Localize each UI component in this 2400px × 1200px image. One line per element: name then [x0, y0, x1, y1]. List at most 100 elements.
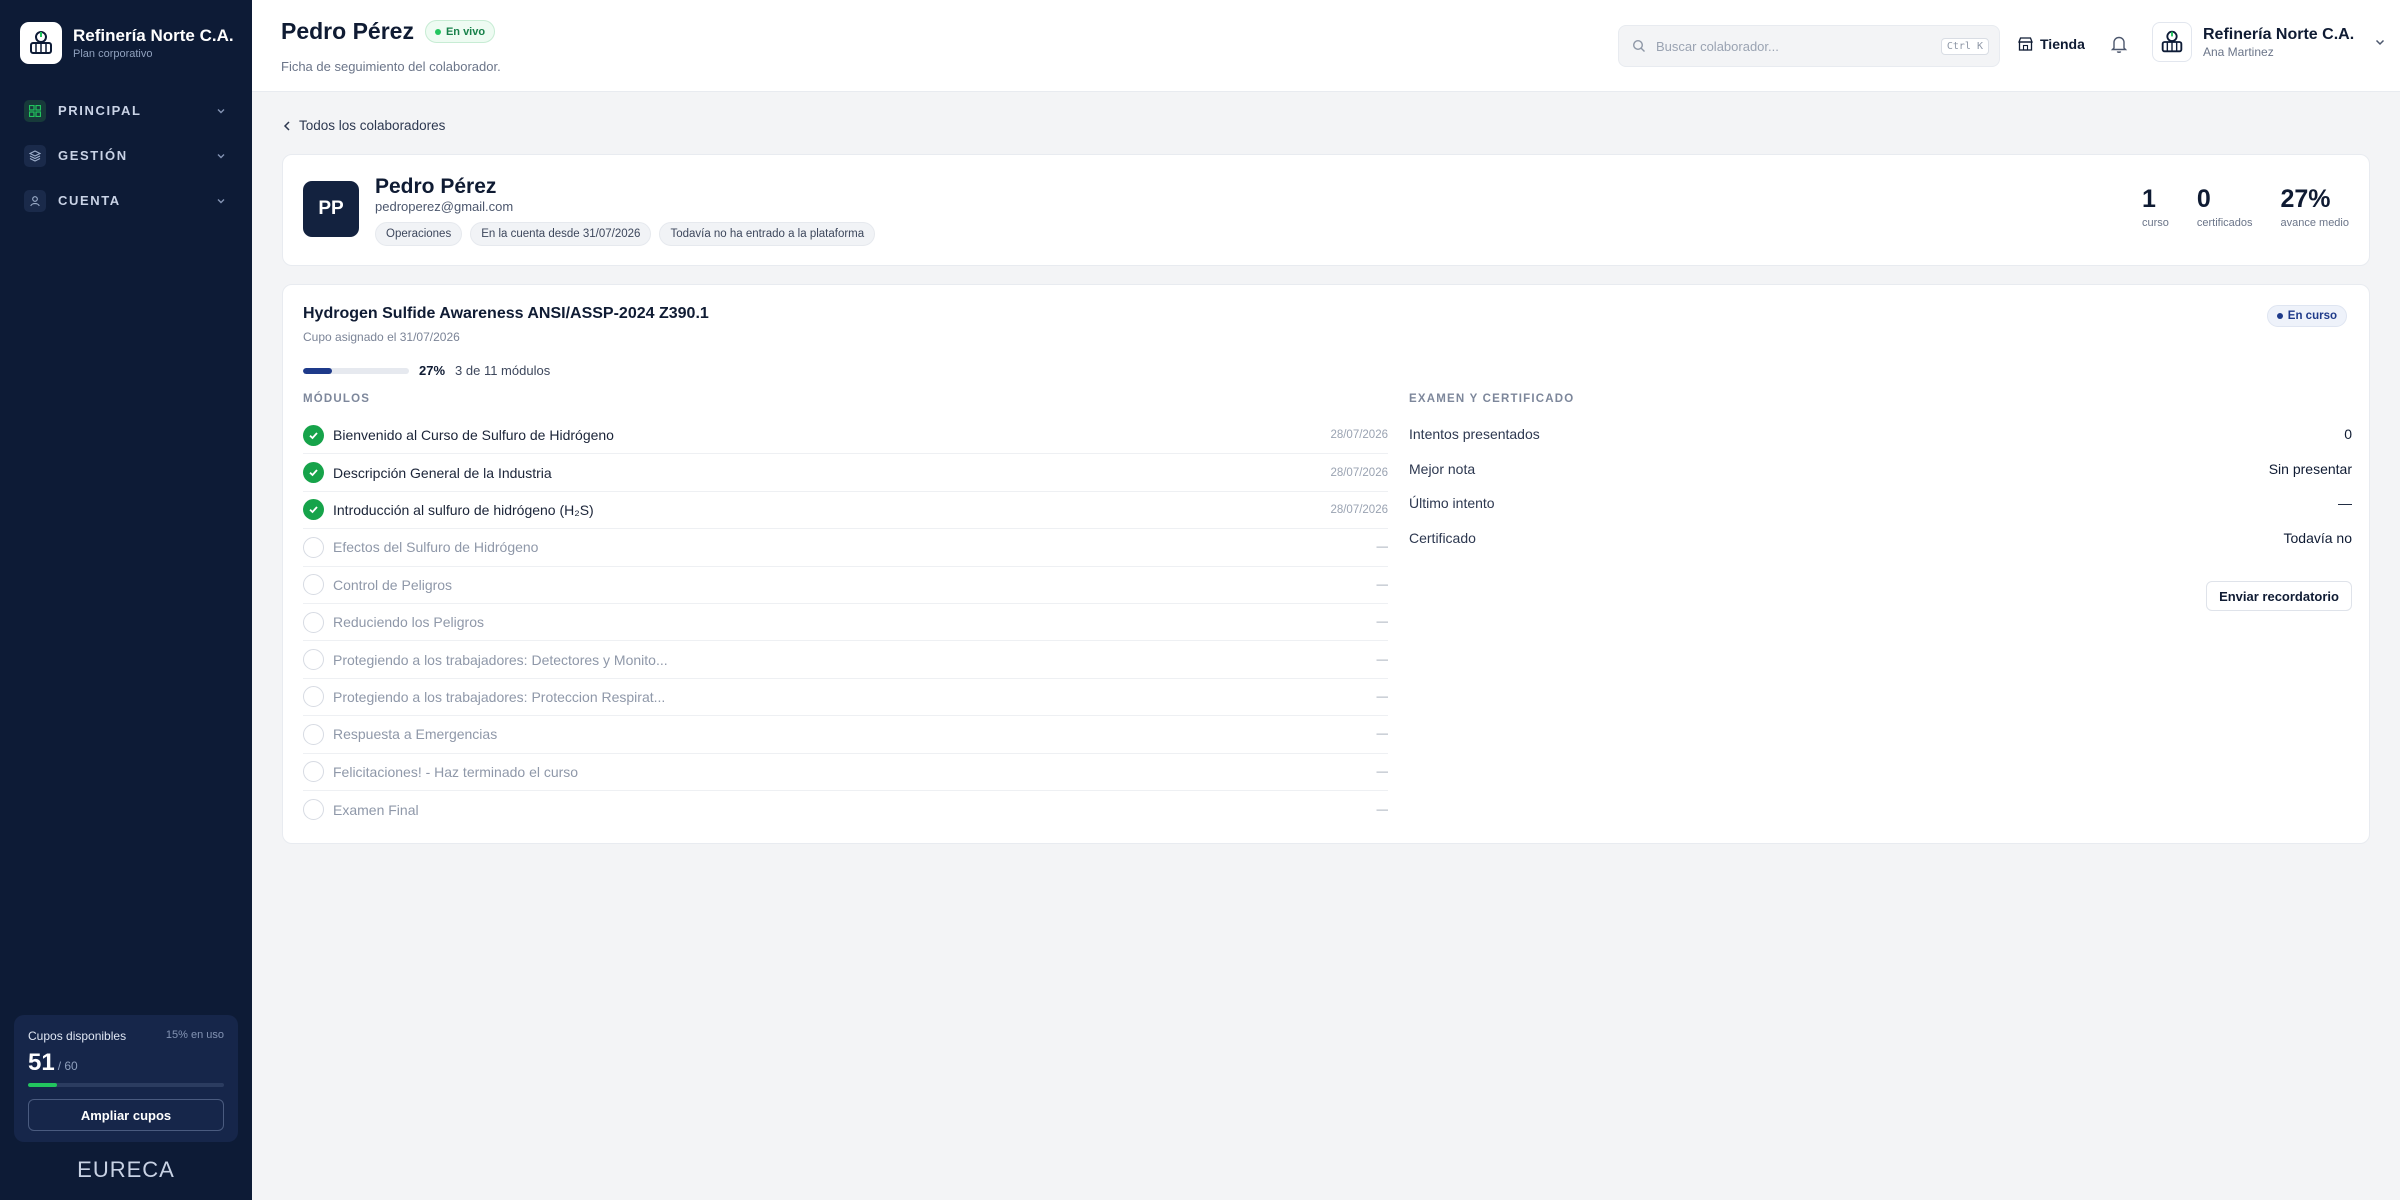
- module-row[interactable]: Efectos del Sulfuro de Hidrógeno —: [303, 529, 1388, 567]
- empty-circle-icon: [303, 686, 324, 708]
- quota-total: / 60: [57, 1059, 78, 1073]
- profile-card: PP Pedro Pérez pedroperez@gmail.com Oper…: [282, 154, 2370, 266]
- brand-plan: Plan corporativo: [73, 48, 153, 60]
- module-row[interactable]: Felicitaciones! - Haz terminado el curso…: [303, 754, 1388, 791]
- stat-label: avance medio: [2280, 217, 2350, 229]
- account-user: Ana Martinez: [2203, 44, 2274, 59]
- exam-row-last-attempt: Último intento —: [1409, 486, 2352, 521]
- search-box[interactable]: Ctrl K: [1618, 25, 2000, 67]
- progress-bar: [303, 367, 409, 374]
- exam-row-value: —: [2338, 495, 2352, 512]
- exam-row-value: Sin presentar: [2268, 460, 2352, 477]
- exam-section-title: EXAMEN Y CERTIFICADO: [1409, 393, 1575, 405]
- stat-courses: 1 curso: [2142, 185, 2169, 229]
- grid-icon: [24, 99, 46, 122]
- exam-row-label: Último intento: [1409, 495, 1495, 512]
- footer-logo: EURECA: [77, 1157, 175, 1182]
- quota-bar: [28, 1083, 224, 1087]
- search-input[interactable]: [1656, 38, 1941, 54]
- exam-row-attempts: Intentos presentados 0: [1409, 417, 2352, 452]
- course-assigned-date: Cupo asignado el 31/07/2026: [303, 330, 460, 344]
- status-dot-icon: [2276, 313, 2283, 319]
- check-circle-icon: [303, 424, 324, 446]
- module-row[interactable]: Reduciendo los Peligros —: [303, 604, 1389, 642]
- stat-value: 1: [2141, 185, 2156, 213]
- chevron-left-icon: [283, 120, 290, 131]
- chevron-down-icon: [217, 198, 225, 203]
- exam-row-label: Mejor nota: [1409, 460, 1476, 477]
- exam-row-value: Todavía no: [2283, 529, 2353, 546]
- stat-average-progress: 27% avance medio: [2281, 185, 2350, 229]
- module-row[interactable]: Examen Final —: [303, 791, 1388, 828]
- module-label: Efectos del Sulfuro de Hidrógeno: [333, 539, 539, 556]
- stat-label: curso: [2141, 217, 2169, 229]
- expand-quota-button[interactable]: Ampliar cupos: [28, 1099, 224, 1131]
- module-date: —: [1376, 690, 1389, 703]
- send-reminder-button[interactable]: Enviar recordatorio: [2206, 581, 2352, 611]
- empty-circle-icon: [303, 723, 324, 745]
- back-link[interactable]: Todos los colaboradores: [282, 118, 445, 133]
- module-label: Protegiendo a los trabajadores: Detector…: [333, 651, 668, 668]
- empty-circle-icon: [303, 536, 324, 558]
- module-row[interactable]: Bienvenido al Curso de Sulfuro de Hidróg…: [303, 417, 1388, 455]
- account-logo-icon: [2152, 22, 2192, 62]
- live-dot-icon: [434, 28, 441, 35]
- profile-email: pedroperez@gmail.com: [375, 199, 514, 214]
- sidebar-item-principal[interactable]: PRINCIPAL: [14, 88, 238, 133]
- module-date: —: [1376, 728, 1389, 741]
- module-row[interactable]: Respuesta a Emergencias —: [303, 716, 1389, 754]
- sidebar: Refinería Norte C.A. Plan corporativo PR…: [0, 0, 252, 1200]
- brand[interactable]: Refinería Norte C.A. Plan corporativo: [20, 22, 234, 64]
- module-date: 28/07/2026: [1330, 503, 1388, 516]
- stat-label: certificados: [2196, 217, 2253, 229]
- module-row[interactable]: Control de Peligros —: [303, 567, 1388, 604]
- bell-icon[interactable]: [2110, 34, 2128, 54]
- layers-icon: [24, 144, 46, 167]
- empty-circle-icon: [303, 611, 324, 633]
- chevron-down-icon: [217, 108, 225, 113]
- course-progress: 27% 3 de 11 módulos: [303, 363, 550, 378]
- chevron-down-icon: [217, 153, 225, 158]
- sidebar-item-label: GESTIÓN: [58, 148, 128, 163]
- chip-login-status: Todavía no ha entrado a la plataforma: [659, 222, 876, 246]
- exam-row-label: Certificado: [1409, 529, 1476, 546]
- account-menu[interactable]: Refinería Norte C.A. Ana Martinez: [2152, 22, 2387, 62]
- exam-row-certificate: Certificado Todavía no: [1409, 521, 2352, 556]
- module-label: Felicitaciones! - Haz terminado el curso: [333, 763, 579, 780]
- store-icon: [2018, 37, 2033, 51]
- sidebar-item-cuenta[interactable]: CUENTA: [14, 178, 238, 223]
- progress-percent: 27%: [419, 363, 446, 378]
- sidebar-item-label: PRINCIPAL: [58, 103, 142, 118]
- empty-circle-icon: [303, 649, 324, 671]
- module-row[interactable]: Protegiendo a los trabajadores: Detector…: [303, 641, 1388, 679]
- exam-row-label: Intentos presentados: [1409, 426, 1540, 443]
- module-label: Examen Final: [333, 801, 419, 818]
- profile-stats: 1 curso 0 certificados 27% avance medio: [2142, 185, 2349, 229]
- progress-bar-fill: [303, 367, 332, 374]
- module-label: Descripción General de la Industria: [333, 464, 552, 481]
- module-row[interactable]: Descripción General de la Industria 28/07…: [303, 454, 1388, 492]
- course-title: Hydrogen Sulfide Awareness ANSI/ASSP-202…: [303, 305, 709, 322]
- module-date: —: [1376, 616, 1389, 629]
- module-label: Introducción al sulfuro de hidrógeno (H₂…: [333, 501, 594, 518]
- course-card: Hydrogen Sulfide Awareness ANSI/ASSP-202…: [282, 284, 2370, 844]
- brand-name: Refinería Norte C.A.: [73, 26, 234, 45]
- brand-logo-icon: [20, 22, 62, 64]
- page-subtitle: Ficha de seguimiento del colaborador.: [281, 59, 501, 74]
- sidebar-item-gestion[interactable]: GESTIÓN: [14, 133, 238, 178]
- store-button[interactable]: Tienda: [2018, 36, 2085, 52]
- profile-chips: Operaciones En la cuenta desde 31/07/202…: [375, 222, 876, 246]
- quota-label: Cupos disponibles: [28, 1029, 127, 1043]
- module-date: —: [1376, 765, 1389, 778]
- status-badge-label: En curso: [2287, 310, 2337, 322]
- stat-value: 0: [2196, 185, 2211, 213]
- top-header: Pedro Pérez En vivo Ficha de seguimiento…: [252, 0, 2400, 92]
- profile-name: Pedro Pérez: [375, 175, 497, 198]
- module-row[interactable]: Protegiendo a los trabajadores: Protecci…: [303, 679, 1389, 717]
- module-row[interactable]: Introducción al sulfuro de hidrógeno (H₂…: [303, 492, 1388, 530]
- module-label: Bienvenido al Curso de Sulfuro de Hidróg…: [333, 427, 614, 444]
- quota-bar-fill: [28, 1083, 58, 1087]
- user-icon: [24, 189, 46, 212]
- module-date: 28/07/2026: [1330, 429, 1388, 442]
- module-date: —: [1376, 578, 1389, 591]
